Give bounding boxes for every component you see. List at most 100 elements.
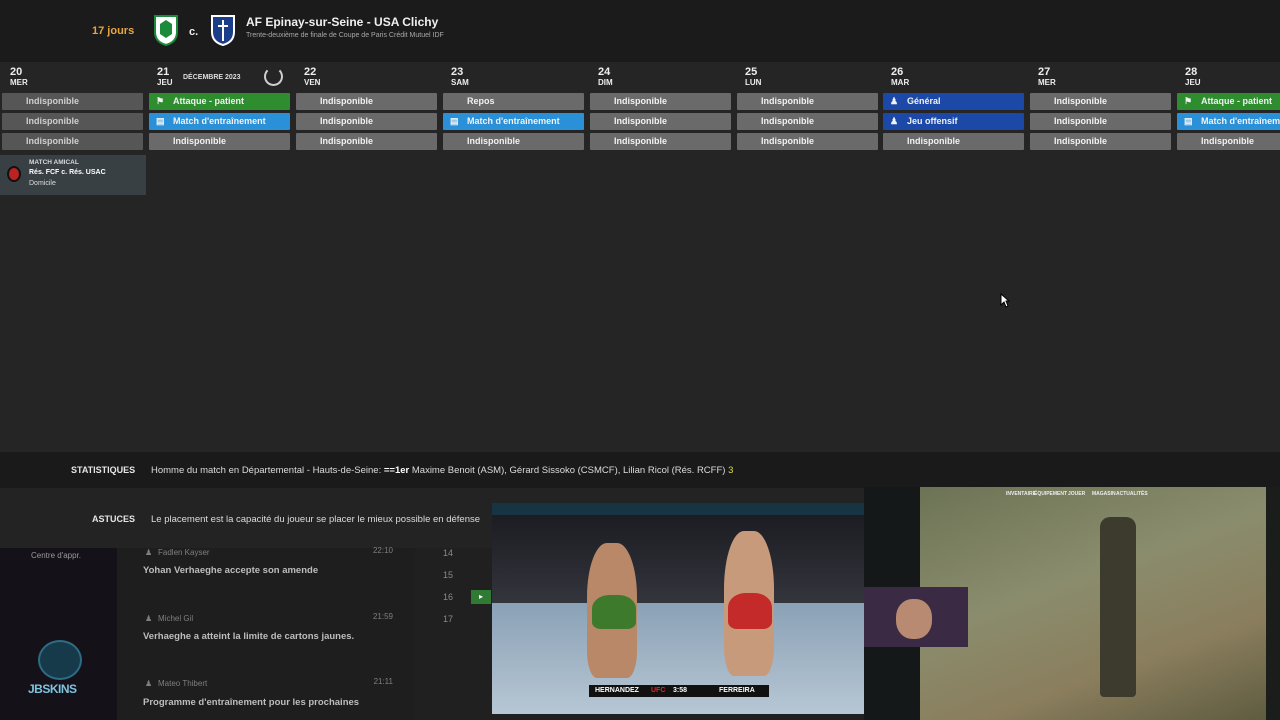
news-headline[interactable]: Programme d'entraînement pour les procha… — [143, 697, 359, 708]
streamer-logo-icon — [38, 640, 82, 680]
training-slot-label: Indisponible — [467, 136, 520, 146]
news-author: Michel Gil — [158, 614, 194, 623]
row-number: 17 — [443, 614, 454, 624]
tips-label: ASTUCES — [92, 514, 136, 524]
game-nav-item[interactable]: JOUER — [1068, 491, 1085, 497]
training-slot[interactable]: ▤ Match d'entraînement — [1177, 113, 1280, 130]
row-numbers: 14 15 16 17 ▸ — [425, 548, 495, 720]
training-slot-label: Indisponible — [1054, 96, 1107, 106]
game-nav-item[interactable]: ACTUALITÉS — [1116, 491, 1148, 497]
training-slot[interactable]: Indisponible — [2, 113, 143, 130]
expand-button[interactable]: ▸ — [471, 590, 491, 604]
day-name: JEU — [157, 78, 173, 87]
game-nav-item[interactable]: INVENTAIRE — [1006, 491, 1036, 497]
match-header: 17 jours c. AF Epinay-sur-Seine - USA Cl… — [0, 0, 1280, 62]
training-slot-label: Indisponible — [320, 116, 373, 126]
fight-scorebar: HERNANDEZ UFC 3:58 FERREIRA — [589, 685, 769, 697]
board-icon: ▤ — [156, 116, 165, 126]
training-slot-label: Indisponible — [1054, 116, 1107, 126]
training-slot[interactable]: Indisponible — [1030, 113, 1171, 130]
game-icon-strip — [1266, 487, 1280, 720]
day-number: 20 — [10, 66, 23, 78]
sidebar-item-academy[interactable]: Centre d'appr. — [31, 551, 81, 560]
person-icon: ♟ — [890, 116, 899, 126]
day-name: SAM — [451, 78, 469, 87]
training-slot[interactable]: Indisponible — [296, 113, 437, 130]
training-slot[interactable]: Indisponible — [590, 113, 731, 130]
day-number: 28 — [1185, 66, 1198, 78]
person-icon: ♟ — [145, 548, 153, 557]
row-number: 16 — [443, 592, 454, 602]
training-slot[interactable]: Indisponible — [296, 133, 437, 150]
match-title[interactable]: AF Epinay-sur-Seine - USA Clichy — [246, 15, 438, 29]
day-number: 27 — [1038, 66, 1051, 78]
news-author: Fadlen Kayser — [158, 548, 210, 557]
game-character-figure — [1100, 517, 1136, 697]
day-name: LUN — [745, 78, 762, 87]
training-slot[interactable]: Indisponible — [590, 93, 731, 110]
training-slot[interactable]: ▤ Match d'entraînement — [149, 113, 290, 130]
person-icon: ♟ — [890, 96, 899, 106]
training-slot-label: Indisponible — [320, 96, 373, 106]
training-slot[interactable]: Indisponible — [149, 133, 290, 150]
training-slot[interactable]: ▤ Match d'entraînement — [443, 113, 584, 130]
day-name: VEN — [304, 78, 321, 87]
training-slot[interactable]: Indisponible — [2, 133, 143, 150]
runner-icon: ⚑ — [156, 96, 165, 106]
octagon-mat — [492, 603, 864, 714]
training-slot[interactable]: Indisponible — [737, 113, 878, 130]
training-slot-label: Indisponible — [320, 136, 373, 146]
training-slot[interactable]: ♟ Général — [883, 93, 1024, 110]
stats-players: Maxime Benoit (ASM), Gérard Sissoko (CSM… — [409, 465, 729, 476]
calendar-day-column: 20 MER Indisponible Indisponible Indisponibl… — [0, 62, 143, 454]
board-icon: ▤ — [450, 116, 459, 126]
training-slot[interactable]: ⚑ Attaque - patient — [149, 93, 290, 110]
statistics-ticker: STATISTIQUES Homme du match en Départeme… — [0, 452, 1280, 488]
training-slot-label: Indisponible — [614, 96, 667, 106]
training-slot[interactable]: ♟ Jeu offensif — [883, 113, 1024, 130]
training-slot[interactable]: Indisponible — [883, 133, 1024, 150]
training-slot[interactable]: Indisponible — [443, 133, 584, 150]
game-nav-item[interactable]: MAGASIN — [1092, 491, 1116, 497]
board-icon: ▤ — [1184, 116, 1193, 126]
calendar-day-column: 22 VEN Indisponible Indisponible Indisponibl… — [294, 62, 437, 454]
statistics-text[interactable]: Homme du match en Départemental - Hauts-… — [151, 465, 733, 476]
training-slot-label: Jeu offensif — [907, 116, 958, 126]
training-slot-label: Indisponible — [1054, 136, 1107, 146]
training-slot[interactable]: Indisponible — [2, 93, 143, 110]
training-slot[interactable]: Indisponible — [1030, 133, 1171, 150]
news-headline[interactable]: Verhaeghe a atteint la limite de cartons… — [143, 631, 354, 642]
training-slot-label: Match d'entraînement — [467, 116, 560, 126]
news-headline[interactable]: Yohan Verhaeghe accepte son amende — [143, 565, 318, 576]
training-slot[interactable]: Indisponible — [737, 93, 878, 110]
stats-count: 3 — [728, 465, 734, 476]
training-slot[interactable]: Indisponible — [590, 133, 731, 150]
training-slot-label: Indisponible — [26, 116, 79, 126]
day-name: MAR — [891, 78, 910, 87]
training-slot-label: Général — [907, 96, 941, 106]
training-slot[interactable]: Indisponible — [296, 93, 437, 110]
game-scene: INVENTAIRE ÉQUIPEMENT JOUER MAGASIN ACTU… — [920, 487, 1280, 720]
tips-text: Le placement est la capacité du joueur s… — [151, 514, 481, 525]
day-name: JEU — [1185, 78, 1201, 87]
statistics-label: STATISTIQUES — [71, 465, 136, 475]
versus-label: c. — [189, 26, 199, 38]
days-left-label: 17 jours — [92, 25, 135, 37]
training-slot-label: Indisponible — [761, 96, 814, 106]
training-slot[interactable]: ⚑ Attaque - patient — [1177, 93, 1280, 110]
day-number: 24 — [598, 66, 611, 78]
training-slot[interactable]: Repos — [443, 93, 584, 110]
friendly-match-card[interactable]: MATCH AMICAL Rés. FCF c. Rés. USAC Domic… — [0, 155, 146, 195]
training-slot[interactable]: Indisponible — [1030, 93, 1171, 110]
training-slot[interactable]: Indisponible — [1177, 133, 1280, 150]
calendar-day-column: 23 SAM Repos ▤ Match d'entraînement Indisponi… — [441, 62, 584, 454]
ufc-brand: UFC — [651, 687, 666, 694]
news-author: Mateo Thibert — [158, 679, 208, 688]
fight-clock: 3:58 — [673, 687, 688, 694]
day-name: DIM — [598, 78, 613, 87]
training-slot[interactable]: Indisponible — [737, 133, 878, 150]
training-slot-label: Indisponible — [614, 136, 667, 146]
game-nav-item[interactable]: ÉQUIPEMENT — [1034, 491, 1067, 497]
training-calendar: DÉCEMBRE 2023 20 MER Indisponible Indisponi… — [0, 62, 1280, 454]
person-icon: ♟ — [145, 679, 153, 688]
